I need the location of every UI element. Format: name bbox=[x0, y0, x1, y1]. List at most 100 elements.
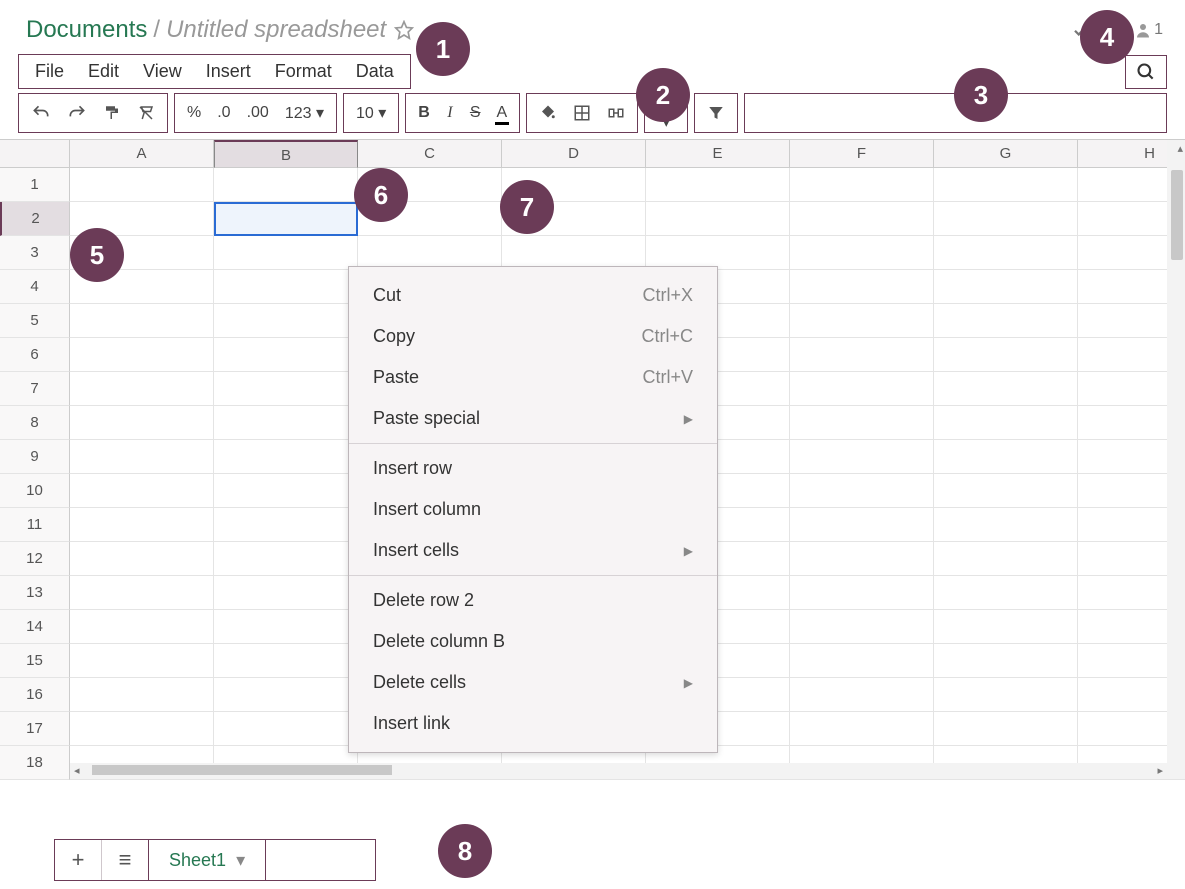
cell-G16[interactable] bbox=[934, 678, 1078, 712]
cell-B4[interactable] bbox=[214, 270, 358, 304]
cell-B17[interactable] bbox=[214, 712, 358, 746]
select-all-corner[interactable] bbox=[0, 140, 70, 168]
context-menu-item[interactable]: Insert column bbox=[349, 489, 717, 530]
cell-B7[interactable] bbox=[214, 372, 358, 406]
row-header-14[interactable]: 14 bbox=[0, 610, 70, 644]
cell-A6[interactable] bbox=[70, 338, 214, 372]
cell-B10[interactable] bbox=[214, 474, 358, 508]
column-header-C[interactable]: C bbox=[358, 140, 502, 168]
scroll-up-icon[interactable]: ▴ bbox=[1177, 142, 1183, 155]
cell-A12[interactable] bbox=[70, 542, 214, 576]
row-header-11[interactable]: 11 bbox=[0, 508, 70, 542]
cell-G4[interactable] bbox=[934, 270, 1078, 304]
cell-B14[interactable] bbox=[214, 610, 358, 644]
menu-format[interactable]: Format bbox=[267, 59, 340, 84]
row-header-3[interactable]: 3 bbox=[0, 236, 70, 270]
cell-B8[interactable] bbox=[214, 406, 358, 440]
cell-A15[interactable] bbox=[70, 644, 214, 678]
cell-G9[interactable] bbox=[934, 440, 1078, 474]
cell-F10[interactable] bbox=[790, 474, 934, 508]
cell-G11[interactable] bbox=[934, 508, 1078, 542]
star-icon[interactable] bbox=[394, 20, 414, 40]
cell-G15[interactable] bbox=[934, 644, 1078, 678]
decimal-increase-button[interactable]: .00 bbox=[241, 102, 275, 124]
decimal-decrease-button[interactable]: .0 bbox=[211, 102, 236, 124]
cell-F14[interactable] bbox=[790, 610, 934, 644]
add-sheet-button[interactable]: + bbox=[55, 847, 101, 873]
cell-F3[interactable] bbox=[790, 236, 934, 270]
cell-F1[interactable] bbox=[790, 168, 934, 202]
cell-F8[interactable] bbox=[790, 406, 934, 440]
cell-G14[interactable] bbox=[934, 610, 1078, 644]
document-title[interactable]: Untitled spreadsheet bbox=[166, 16, 386, 44]
row-header-2[interactable]: 2 bbox=[0, 202, 70, 236]
all-sheets-button[interactable]: ≡ bbox=[102, 847, 148, 873]
undo-button[interactable] bbox=[25, 101, 57, 125]
column-header-F[interactable]: F bbox=[790, 140, 934, 168]
cell-G7[interactable] bbox=[934, 372, 1078, 406]
cell-D3[interactable] bbox=[502, 236, 646, 270]
row-header-13[interactable]: 13 bbox=[0, 576, 70, 610]
filter-button[interactable] bbox=[701, 102, 731, 124]
cell-B6[interactable] bbox=[214, 338, 358, 372]
row-header-17[interactable]: 17 bbox=[0, 712, 70, 746]
row-header-1[interactable]: 1 bbox=[0, 168, 70, 202]
cell-A11[interactable] bbox=[70, 508, 214, 542]
menu-data[interactable]: Data bbox=[348, 59, 402, 84]
cell-A8[interactable] bbox=[70, 406, 214, 440]
horizontal-scroll-thumb[interactable] bbox=[92, 765, 392, 775]
cell-E3[interactable] bbox=[646, 236, 790, 270]
cell-F16[interactable] bbox=[790, 678, 934, 712]
cell-A17[interactable] bbox=[70, 712, 214, 746]
cell-G12[interactable] bbox=[934, 542, 1078, 576]
percent-button[interactable]: % bbox=[181, 102, 207, 124]
cell-A1[interactable] bbox=[70, 168, 214, 202]
context-menu-item[interactable]: Insert row bbox=[349, 448, 717, 489]
vertical-scroll-thumb[interactable] bbox=[1171, 170, 1183, 260]
menu-edit[interactable]: Edit bbox=[80, 59, 127, 84]
row-header-10[interactable]: 10 bbox=[0, 474, 70, 508]
strikethrough-button[interactable]: S bbox=[464, 102, 487, 124]
cell-A7[interactable] bbox=[70, 372, 214, 406]
cell-F17[interactable] bbox=[790, 712, 934, 746]
row-header-12[interactable]: 12 bbox=[0, 542, 70, 576]
cell-E2[interactable] bbox=[646, 202, 790, 236]
row-header-5[interactable]: 5 bbox=[0, 304, 70, 338]
vertical-scrollbar[interactable]: ▴ bbox=[1167, 140, 1185, 779]
cell-F6[interactable] bbox=[790, 338, 934, 372]
cell-B1[interactable] bbox=[214, 168, 358, 202]
font-color-button[interactable]: A bbox=[491, 102, 514, 124]
cell-B5[interactable] bbox=[214, 304, 358, 338]
context-menu-item[interactable]: CutCtrl+X bbox=[349, 275, 717, 316]
cell-A10[interactable] bbox=[70, 474, 214, 508]
column-header-D[interactable]: D bbox=[502, 140, 646, 168]
cell-B11[interactable] bbox=[214, 508, 358, 542]
fill-color-button[interactable] bbox=[533, 102, 563, 124]
cell-F13[interactable] bbox=[790, 576, 934, 610]
cell-B9[interactable] bbox=[214, 440, 358, 474]
context-menu-item[interactable]: Delete cells▶ bbox=[349, 662, 717, 703]
context-menu-item[interactable]: PasteCtrl+V bbox=[349, 357, 717, 398]
bold-button[interactable]: B bbox=[412, 102, 436, 124]
cell-G17[interactable] bbox=[934, 712, 1078, 746]
row-header-16[interactable]: 16 bbox=[0, 678, 70, 712]
cell-E1[interactable] bbox=[646, 168, 790, 202]
cell-C3[interactable] bbox=[358, 236, 502, 270]
context-menu-item[interactable]: CopyCtrl+C bbox=[349, 316, 717, 357]
cell-F2[interactable] bbox=[790, 202, 934, 236]
italic-button[interactable]: I bbox=[440, 102, 460, 124]
context-menu-item[interactable]: Delete column B bbox=[349, 621, 717, 662]
cell-G5[interactable] bbox=[934, 304, 1078, 338]
cell-F5[interactable] bbox=[790, 304, 934, 338]
menu-view[interactable]: View bbox=[135, 59, 190, 84]
clear-format-button[interactable] bbox=[131, 102, 161, 124]
cell-B16[interactable] bbox=[214, 678, 358, 712]
cell-G1[interactable] bbox=[934, 168, 1078, 202]
row-header-15[interactable]: 15 bbox=[0, 644, 70, 678]
cell-F7[interactable] bbox=[790, 372, 934, 406]
row-header-9[interactable]: 9 bbox=[0, 440, 70, 474]
context-menu-item[interactable]: Paste special▶ bbox=[349, 398, 717, 439]
row-header-6[interactable]: 6 bbox=[0, 338, 70, 372]
cell-G2[interactable] bbox=[934, 202, 1078, 236]
cell-B3[interactable] bbox=[214, 236, 358, 270]
